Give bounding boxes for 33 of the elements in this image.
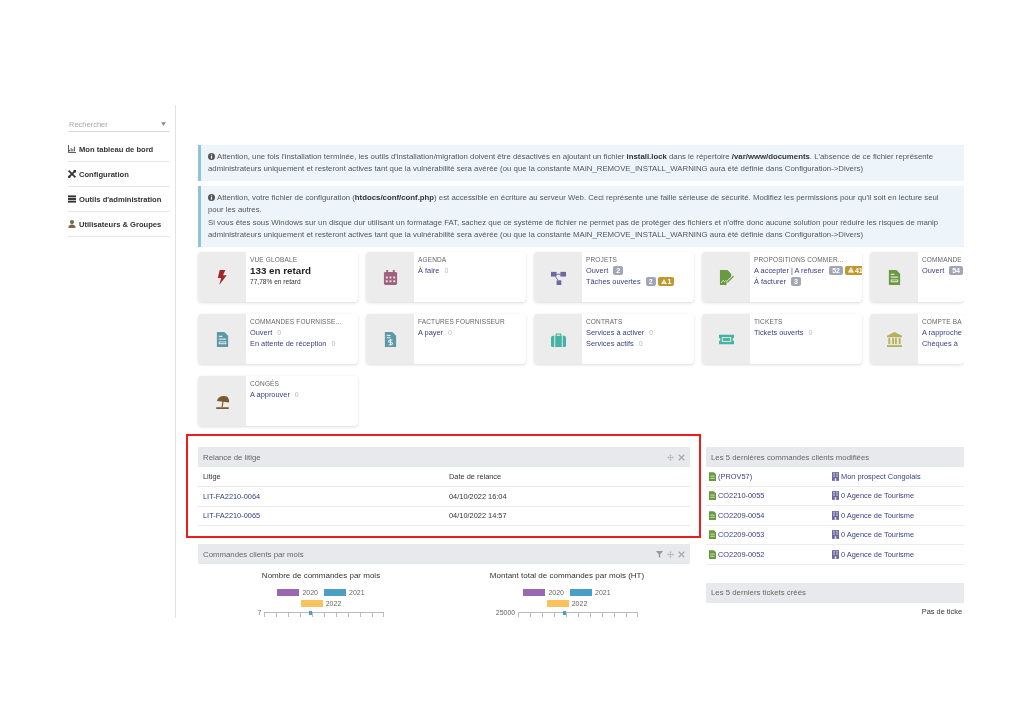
legend-swatch-icon[interactable] <box>570 589 592 596</box>
building-icon <box>832 510 839 520</box>
document-icon <box>709 471 716 481</box>
legend-swatch-icon[interactable] <box>324 589 346 596</box>
building-icon <box>832 471 839 481</box>
caret-icon[interactable] <box>161 122 166 126</box>
move-icon[interactable] <box>667 550 674 558</box>
close-icon[interactable] <box>678 550 685 558</box>
chart-title: Montant total de commandes par mois (HT) <box>489 571 645 581</box>
document-icon <box>709 530 716 540</box>
info-icon <box>208 193 215 201</box>
legend-swatch-icon[interactable] <box>277 589 300 596</box>
building-icon <box>832 491 839 501</box>
legend-swatch-icon[interactable] <box>546 600 569 607</box>
info-icon <box>208 152 215 160</box>
move-icon[interactable] <box>667 453 674 461</box>
document-icon <box>709 510 716 520</box>
close-icon[interactable] <box>678 453 685 461</box>
user-icon <box>68 220 76 228</box>
list-icon <box>68 195 76 203</box>
legend-swatch-icon[interactable] <box>523 589 546 596</box>
data-point <box>309 610 313 615</box>
crossed-tools-icon <box>68 170 76 178</box>
document-icon <box>709 491 716 501</box>
chart-icon <box>68 145 76 153</box>
building-icon <box>832 549 839 559</box>
overdue-count: 133 en retard <box>250 265 311 277</box>
data-point <box>563 610 567 615</box>
filter-icon[interactable] <box>656 550 663 558</box>
building-icon <box>832 530 839 540</box>
chart-title: Nombre de commandes par mois <box>261 571 381 581</box>
document-icon <box>709 549 716 559</box>
legend-swatch-icon[interactable] <box>300 600 323 607</box>
